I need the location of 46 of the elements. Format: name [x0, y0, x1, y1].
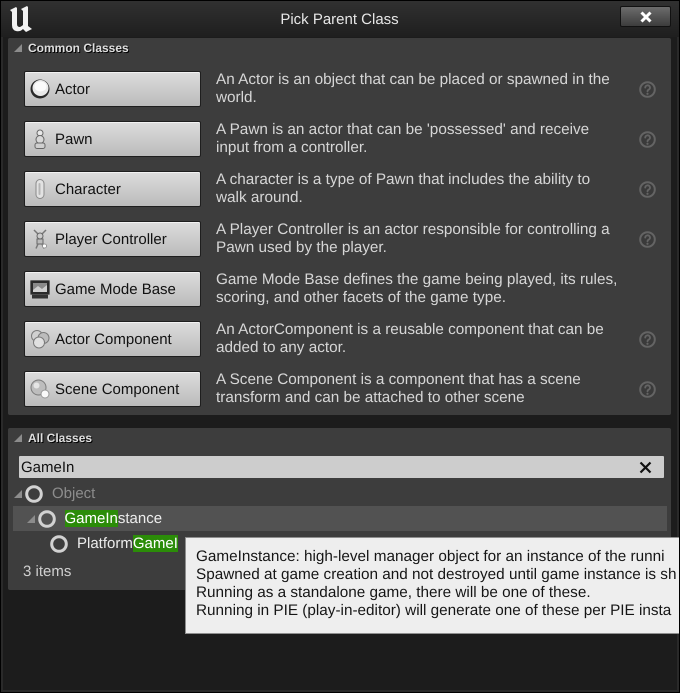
help-icon[interactable]: [639, 330, 656, 348]
orb-icon: [30, 379, 50, 399]
help-icon[interactable]: [639, 80, 656, 98]
class-button[interactable]: Actor: [24, 71, 201, 107]
class-description: A character is a type of Pawn that includes the ability to walk around.: [216, 171, 592, 207]
class-description: A Pawn is an actor that can be 'possessed' and receive input from a controller.: [216, 121, 590, 157]
class-description: An Actor is an object that can be placed or spawned in the world.: [216, 71, 611, 107]
ring-icon: [25, 484, 43, 502]
tooltip-text: Running as a standalone game, there will be one of these.: [196, 584, 591, 602]
help-icon[interactable]: [639, 380, 656, 398]
search-field[interactable]: GameIn: [19, 456, 664, 478]
section-header[interactable]: Common Classes: [8, 38, 671, 58]
tooltip-text: Running in PIE (play-in-editor) will generate one of these per PIE insta: [196, 602, 672, 620]
tooltip-text: Spawned at game creation and not destroyed until game instance is sh: [196, 566, 676, 584]
class-button[interactable]: Scene Component: [24, 371, 201, 407]
section-header[interactable]: All Classes: [8, 428, 671, 448]
close-icon: [638, 10, 652, 22]
help-icon[interactable]: [639, 230, 656, 248]
help-icon[interactable]: [639, 180, 656, 198]
class-description: A Player Controller is an actor responsible for controlling a Pawn used by the player.: [216, 221, 611, 257]
tooltip-text: GameInstance: high-level manager object for an instance of the runni: [196, 548, 665, 566]
class-description: An ActorComponent is a reusable component that can be added to any actor.: [216, 321, 605, 357]
class-button[interactable]: Character: [24, 171, 201, 207]
item-count: 3 items: [23, 564, 72, 580]
logo-icon: [8, 5, 34, 33]
cluster-icon: [30, 329, 50, 349]
tree-item[interactable]: PlatformGameI: [13, 531, 184, 556]
expander-icon[interactable]: [14, 434, 22, 442]
close-button[interactable]: [620, 6, 671, 27]
class-description: A Scene Component is a component that has a scene transform and can be attached to other scene: [216, 371, 582, 407]
class-button[interactable]: Actor Component: [24, 321, 201, 357]
help-icon[interactable]: [639, 130, 656, 148]
class-button[interactable]: Player Controller: [24, 221, 201, 257]
sphere-icon: [30, 79, 50, 99]
ring-icon: [50, 534, 68, 552]
class-button[interactable]: Game Mode Base: [24, 271, 201, 307]
expander-icon[interactable]: [26, 514, 34, 522]
class-button[interactable]: Pawn: [24, 121, 201, 157]
expander-icon[interactable]: [14, 44, 22, 52]
monitor-icon: [30, 279, 50, 299]
window-title: Pick Parent Class: [280, 10, 399, 28]
ring-icon: [38, 510, 56, 528]
clear-icon[interactable]: [639, 460, 652, 474]
expander-icon[interactable]: [14, 490, 22, 498]
tree-item[interactable]: GameInstance: [13, 506, 667, 531]
class-description: Game Mode Base defines the game being played, its rules, scoring, and other facets of the game type.: [216, 271, 618, 307]
